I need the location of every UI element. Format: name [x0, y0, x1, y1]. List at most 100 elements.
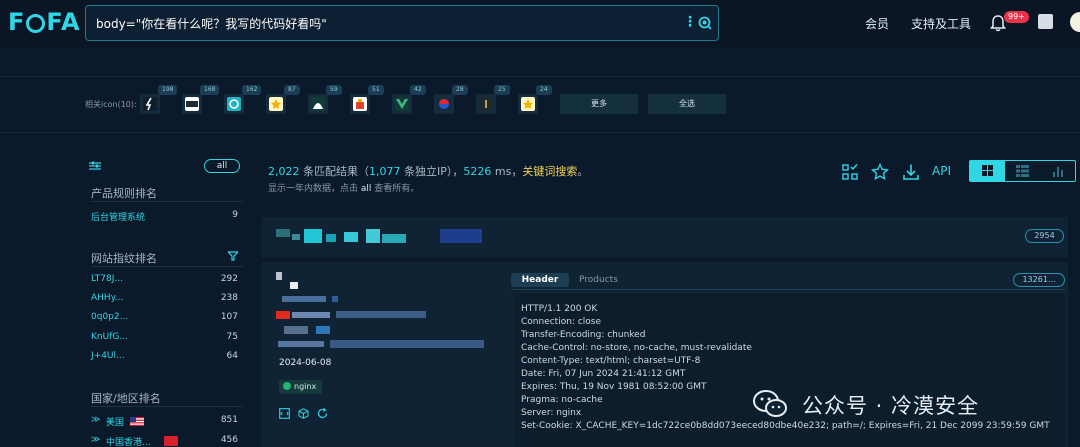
search-input[interactable]	[96, 14, 666, 32]
note-text: 显示一年内数据，点击	[268, 184, 361, 194]
star-icon[interactable]	[871, 163, 889, 181]
checklist-icon[interactable]	[841, 163, 859, 181]
fingerprint-rank-item[interactable]: LT78J...	[91, 274, 123, 284]
divider	[0, 132, 1080, 133]
search-box: ⋮	[85, 5, 719, 41]
fingerprint-rank-count: 107	[220, 312, 238, 322]
tab-header[interactable]: Header	[511, 273, 569, 287]
more-icons-button[interactable]: 更多	[560, 94, 638, 114]
icon-count-badge: 25	[494, 85, 510, 95]
more-options-icon[interactable]: ⋮	[683, 15, 697, 29]
redacted-host	[292, 234, 300, 240]
product-rank-count: 9	[232, 210, 238, 220]
http-header-line: Content-Type: text/html; charset=UTF-8	[521, 356, 701, 366]
top-bar: FFA ⋮ 会员 支持及工具 99+	[0, 0, 1080, 48]
related-icon-tile[interactable]	[518, 94, 538, 114]
redacted-info	[284, 326, 308, 334]
watermark-text: 公众号 · 冷漠安全	[802, 394, 980, 418]
filter-settings-icon[interactable]	[89, 161, 101, 171]
chevron-right-icon[interactable]: ≫	[91, 435, 100, 445]
all-filter-pill[interactable]: all	[204, 159, 240, 173]
http-header-line: Connection: close	[521, 317, 601, 327]
redacted-info	[276, 311, 290, 319]
product-rank-item[interactable]: 后台管理系统	[91, 210, 145, 223]
region-rank-count: 456	[220, 435, 238, 445]
download-icon[interactable]	[902, 163, 920, 181]
list-view-icon	[1016, 165, 1029, 177]
grid-view-button[interactable]	[970, 161, 1005, 181]
related-icon-tile[interactable]	[308, 94, 328, 114]
search-icon[interactable]	[698, 16, 712, 30]
ip-text: 条独立IP），	[400, 165, 464, 178]
icon-count-badge: 28	[452, 85, 468, 95]
http-header-line: Date: Fri, 07 Jun 2024 21:41:12 GMT	[521, 369, 686, 379]
keyword-search-link[interactable]: 关键词搜索	[522, 165, 577, 178]
http-header-line: HTTP/1.1 200 OK	[521, 304, 598, 314]
redacted-info	[336, 311, 426, 318]
related-icon-tile[interactable]	[182, 94, 202, 114]
http-header-line: Set-Cookie: X_CACHE_KEY=1dc722ce0b8dd073…	[521, 421, 1050, 431]
note-text: 查看所有。	[371, 184, 420, 194]
tech-tag[interactable]: nginx	[279, 380, 323, 394]
fingerprint-rank-item[interactable]: 0q0p2...	[91, 312, 128, 322]
stats-view-button[interactable]	[1040, 161, 1075, 181]
tab-products[interactable]: Products	[579, 273, 618, 287]
icon-count-badge: 24	[536, 85, 552, 95]
nav-membership[interactable]: 会员	[865, 15, 889, 32]
redacted-host	[440, 229, 482, 243]
product-rank-title: 产品规则排名	[91, 187, 157, 200]
all-data-link[interactable]: all	[361, 184, 372, 194]
nav-support-tools[interactable]: 支持及工具	[911, 15, 971, 32]
related-icon-tile[interactable]	[350, 94, 370, 114]
result-summary: 2,022 条匹配结果（1,077 条独立IP），5226 ms，关键词搜索。	[268, 163, 588, 179]
period-text: 。	[577, 165, 589, 178]
fingerprint-rank-item[interactable]: KnUfG...	[91, 332, 128, 342]
fofa-logo[interactable]: F FA	[8, 8, 81, 36]
fingerprint-rank-count: 75	[226, 332, 238, 342]
notification-badge: 99+	[1004, 11, 1029, 23]
redacted-host	[344, 232, 358, 242]
related-icon-tile[interactable]	[434, 94, 454, 114]
related-icon-tile[interactable]	[224, 94, 244, 114]
region-rank-item[interactable]: 中国香港...	[106, 435, 151, 447]
wechat-icon	[753, 390, 787, 417]
fingerprint-rank-item[interactable]: J+4Ul...	[91, 351, 125, 361]
redacted-info	[290, 282, 298, 289]
region-rank-item[interactable]: 美国	[106, 415, 124, 428]
chevron-right-icon[interactable]: ≫	[91, 415, 100, 425]
region-rank-count: 851	[220, 415, 238, 425]
bar-chart-icon	[1053, 167, 1063, 177]
cert-hash-badge[interactable]: 13261...	[1013, 273, 1065, 287]
fingerprint-rank-item[interactable]: AHHy...	[91, 293, 123, 303]
us-flag-icon	[130, 417, 144, 426]
ms-text: ms，	[491, 165, 523, 178]
related-icon-tile[interactable]	[140, 94, 160, 114]
related-icons-label: 相关icon(10):	[85, 100, 137, 109]
redacted-host	[382, 234, 406, 243]
funnel-icon[interactable]	[228, 251, 238, 261]
redacted-info	[332, 296, 338, 302]
icon-count-badge: 87	[284, 85, 300, 95]
redacted-host	[304, 229, 322, 243]
code-window-icon[interactable]	[279, 408, 290, 419]
refresh-icon[interactable]	[317, 408, 328, 419]
avatar[interactable]	[1070, 12, 1080, 32]
icon-count-badge: 42	[410, 85, 426, 95]
cube-icon[interactable]	[298, 408, 309, 419]
http-header-line: Pragma: no-cache	[521, 395, 603, 405]
related-icon-tile[interactable]	[476, 94, 496, 114]
related-icon-tile[interactable]	[266, 94, 286, 114]
api-link[interactable]: API	[932, 164, 951, 178]
divider	[0, 76, 1080, 77]
select-all-button[interactable]: 全选	[648, 94, 726, 114]
related-icon-tile[interactable]	[392, 94, 412, 114]
http-header-line: Server: nginx	[521, 408, 582, 418]
list-view-button[interactable]	[1005, 161, 1040, 181]
redacted-host	[326, 234, 336, 242]
divider	[91, 266, 243, 267]
divider	[91, 201, 243, 202]
hk-flag-icon	[164, 436, 178, 446]
port-count-badge[interactable]: 2954	[1025, 229, 1064, 243]
language-icon[interactable]	[1038, 14, 1053, 29]
view-toggle	[969, 160, 1076, 182]
